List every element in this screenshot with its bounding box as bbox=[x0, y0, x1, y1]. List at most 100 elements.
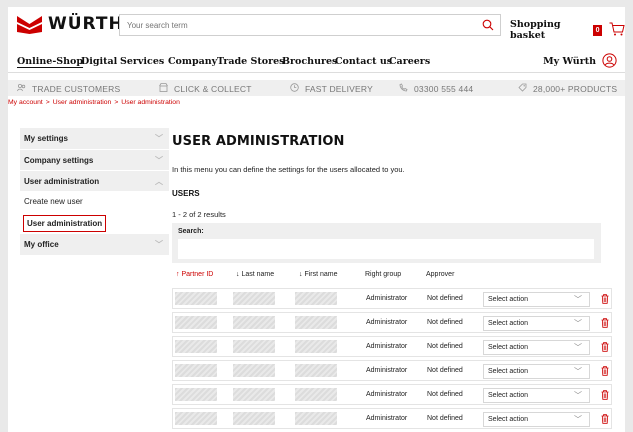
sidebar-item-user-administration[interactable]: User administration ︿ bbox=[20, 170, 169, 191]
select-action-value: Select action bbox=[488, 392, 529, 399]
page: WÜRTH Shopping basket 0 Online-Shop Digi… bbox=[8, 7, 625, 432]
nav-services[interactable]: Services bbox=[120, 56, 164, 67]
approver-cell: Not defined bbox=[427, 367, 463, 374]
redacted-first-name bbox=[295, 388, 337, 401]
table-row: Administrator Not defined Select action ﹀ bbox=[172, 312, 612, 333]
nav-brochures[interactable]: Brochures bbox=[282, 56, 337, 67]
info-bar: TRADE CUSTOMERS CLICK & COLLECT FAST DEL… bbox=[8, 80, 625, 96]
user-search-panel: Search: bbox=[172, 223, 601, 263]
redacted-partner-id bbox=[175, 364, 217, 377]
info-products[interactable]: 28,000+ PRODUCTS bbox=[518, 83, 617, 94]
redacted-last-name bbox=[233, 316, 275, 329]
approver-cell: Not defined bbox=[427, 319, 463, 326]
sidebar-item-label: User administration bbox=[23, 215, 107, 232]
sidebar-item-company-settings[interactable]: Company settings ﹀ bbox=[20, 149, 169, 170]
sidebar-item-my-settings[interactable]: My settings ﹀ bbox=[20, 128, 169, 149]
search-label: Search: bbox=[178, 228, 204, 235]
info-fast-delivery[interactable]: FAST DELIVERY bbox=[290, 83, 373, 94]
sidebar-item-label: My settings bbox=[24, 134, 69, 143]
right-group-cell: Administrator bbox=[366, 295, 408, 302]
select-action-dropdown[interactable]: Select action ﹀ bbox=[483, 316, 590, 331]
select-action-value: Select action bbox=[488, 320, 529, 327]
intro-text: In this menu you can define the settings… bbox=[172, 165, 405, 174]
search-icon[interactable] bbox=[482, 19, 494, 33]
info-phone[interactable]: 03300 555 444 bbox=[399, 83, 473, 94]
nav-trade-stores[interactable]: Trade Stores bbox=[217, 56, 285, 67]
breadcrumb-item[interactable]: My account bbox=[8, 99, 43, 106]
nav-digital[interactable]: Digital bbox=[81, 56, 117, 67]
redacted-first-name bbox=[295, 364, 337, 377]
chevron-down-icon: ﹀ bbox=[574, 391, 582, 400]
right-group-cell: Administrator bbox=[366, 367, 408, 374]
redacted-first-name bbox=[295, 340, 337, 353]
redacted-last-name bbox=[233, 388, 275, 401]
redacted-last-name bbox=[233, 412, 275, 425]
table-header: ↑ Partner ID ↓ Last name ↓ First name Ri… bbox=[172, 271, 601, 285]
logo-text: WÜRTH bbox=[48, 14, 124, 34]
redacted-partner-id bbox=[175, 292, 217, 305]
nav-company[interactable]: Company bbox=[168, 56, 217, 67]
table-row: Administrator Not defined Select action ﹀ bbox=[172, 288, 612, 309]
user-icon bbox=[602, 53, 617, 70]
chevron-down-icon: ﹀ bbox=[574, 343, 582, 352]
people-icon bbox=[17, 83, 26, 94]
select-action-dropdown[interactable]: Select action ﹀ bbox=[483, 364, 590, 379]
sidebar-item-my-office[interactable]: My office ﹀ bbox=[20, 234, 169, 255]
approver-cell: Not defined bbox=[427, 415, 463, 422]
info-trade-customers[interactable]: TRADE CUSTOMERS bbox=[17, 83, 120, 94]
column-first-name[interactable]: ↓ First name bbox=[299, 271, 338, 278]
wurth-logo-icon bbox=[17, 14, 42, 34]
column-partner-id[interactable]: ↑ Partner ID bbox=[176, 271, 213, 278]
chevron-up-icon: ︿ bbox=[155, 177, 163, 186]
chevron-down-icon: ﹀ bbox=[155, 156, 163, 165]
sidebar-item-user-administration-current[interactable]: User administration bbox=[20, 213, 169, 234]
column-right-group: Right group bbox=[365, 271, 402, 278]
trash-icon[interactable] bbox=[601, 318, 609, 330]
site-header: WÜRTH Shopping basket 0 bbox=[8, 7, 625, 45]
redacted-first-name bbox=[295, 412, 337, 425]
nav-careers[interactable]: Careers bbox=[389, 56, 430, 67]
right-group-cell: Administrator bbox=[366, 343, 408, 350]
trash-icon[interactable] bbox=[601, 342, 609, 354]
trash-icon[interactable] bbox=[601, 294, 609, 306]
account-sidebar: My settings ﹀ Company settings ﹀ User ad… bbox=[20, 128, 169, 255]
page-title: USER ADMINISTRATION bbox=[172, 134, 345, 149]
chevron-down-icon: ﹀ bbox=[574, 319, 582, 328]
sidebar-item-label: My office bbox=[24, 240, 59, 249]
info-label: FAST DELIVERY bbox=[305, 83, 373, 94]
breadcrumb: My account > User administration > User admi… bbox=[8, 99, 180, 106]
sidebar-item-label: User administration bbox=[24, 177, 100, 186]
select-action-dropdown[interactable]: Select action ﹀ bbox=[483, 412, 590, 427]
trash-icon[interactable] bbox=[601, 366, 609, 378]
info-label: 28,000+ PRODUCTS bbox=[533, 83, 618, 94]
my-wurth-link[interactable]: My Würth bbox=[543, 53, 617, 70]
clock-icon bbox=[290, 83, 299, 94]
nav-online-shop[interactable]: Online-Shop bbox=[17, 56, 83, 67]
approver-cell: Not defined bbox=[427, 343, 463, 350]
basket-count-badge: 0 bbox=[593, 24, 602, 36]
wurth-logo[interactable]: WÜRTH bbox=[17, 14, 124, 34]
redacted-last-name bbox=[233, 292, 275, 305]
redacted-first-name bbox=[295, 316, 337, 329]
nav-contact-us[interactable]: Contact us bbox=[335, 56, 392, 67]
sidebar-item-create-new-user[interactable]: Create new user bbox=[20, 191, 169, 212]
trash-icon[interactable] bbox=[601, 390, 609, 402]
search-input[interactable] bbox=[120, 15, 460, 35]
column-last-name[interactable]: ↓ Last name bbox=[236, 271, 274, 278]
select-action-value: Select action bbox=[488, 368, 529, 375]
column-approver: Approver bbox=[426, 271, 455, 278]
select-action-dropdown[interactable]: Select action ﹀ bbox=[483, 340, 590, 355]
search-bar bbox=[119, 14, 501, 36]
breadcrumb-item[interactable]: User administration bbox=[53, 99, 112, 106]
chevron-down-icon: ﹀ bbox=[155, 134, 163, 143]
sidebar-item-label: Company settings bbox=[24, 156, 94, 165]
info-click-collect[interactable]: CLICK & COLLECT bbox=[159, 83, 252, 94]
chevron-down-icon: ﹀ bbox=[574, 295, 582, 304]
select-action-dropdown[interactable]: Select action ﹀ bbox=[483, 292, 590, 307]
shopping-basket[interactable]: Shopping basket 0 bbox=[510, 19, 625, 41]
redacted-partner-id bbox=[175, 316, 217, 329]
my-wurth-label: My Würth bbox=[543, 56, 596, 67]
user-search-input[interactable] bbox=[178, 239, 594, 259]
select-action-dropdown[interactable]: Select action ﹀ bbox=[483, 388, 590, 403]
trash-icon[interactable] bbox=[601, 414, 609, 426]
